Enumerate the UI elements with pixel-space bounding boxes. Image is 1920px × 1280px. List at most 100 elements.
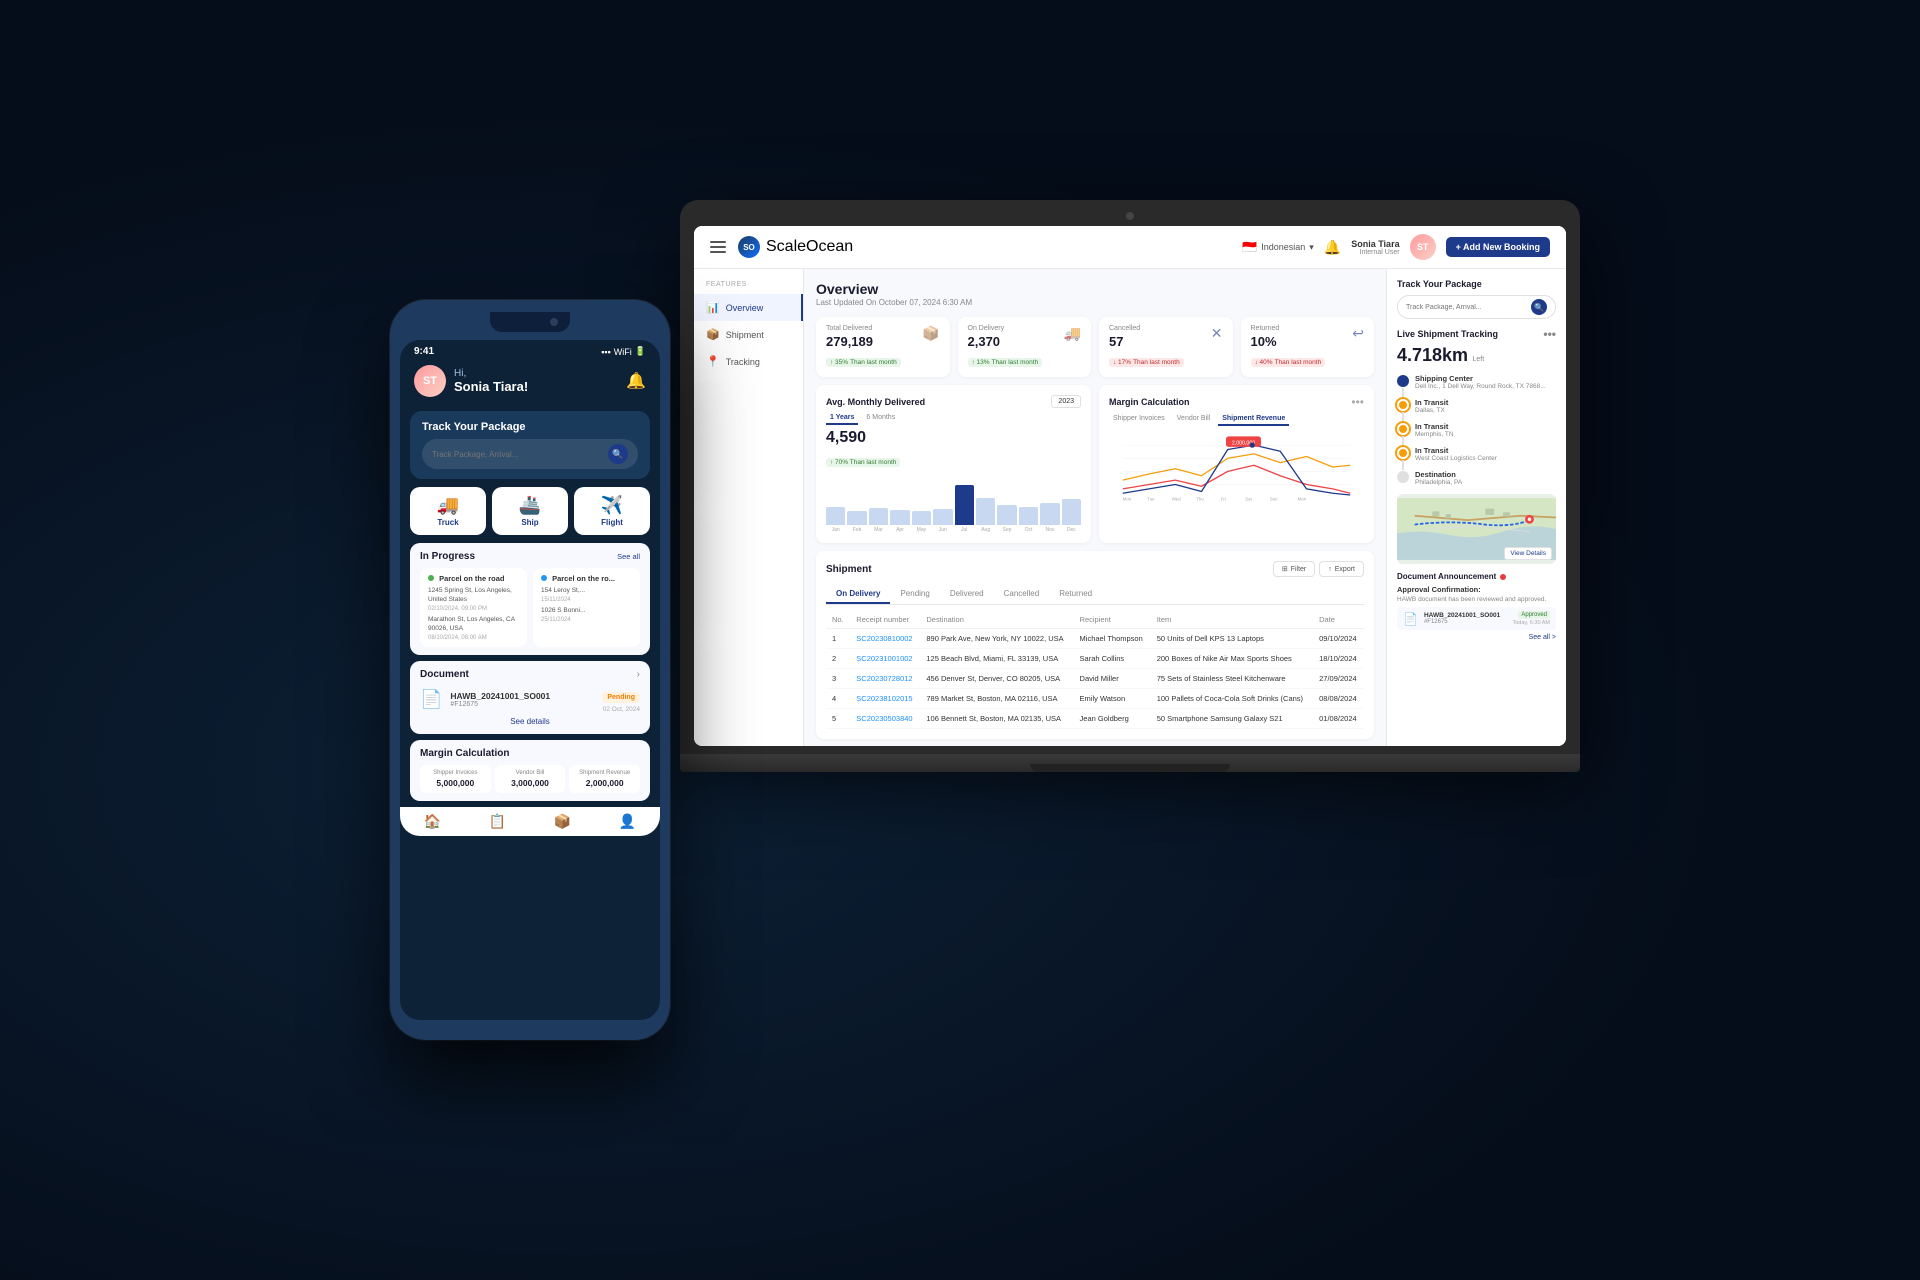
receipt-link-2[interactable]: SC20231001002 xyxy=(856,654,912,663)
logo-area: SO ScaleOcean xyxy=(738,236,853,258)
export-button[interactable]: ↑ Export xyxy=(1319,561,1364,577)
receipt-link-5[interactable]: SC20230503840 xyxy=(856,714,912,723)
bar-sep xyxy=(997,505,1016,525)
receipt-link-3[interactable]: SC20230728012 xyxy=(856,674,912,683)
nav-home[interactable]: 🏠 xyxy=(400,813,465,830)
laptop-base xyxy=(680,754,1580,772)
shipment-table: No. Receipt number Destination Recipient… xyxy=(826,611,1364,729)
see-details-link[interactable]: See details xyxy=(420,717,640,726)
header-right: 🇮🇩 Indonesian ▾ 🔔 Sonia Tiara Internal U… xyxy=(1242,234,1550,260)
filter-button[interactable]: ⊞ Filter xyxy=(1273,561,1315,577)
phone-camera xyxy=(550,318,558,326)
receipt-link-1[interactable]: SC20230810002 xyxy=(856,634,912,643)
receipt-link-4[interactable]: SC20238102015 xyxy=(856,694,912,703)
bar-jul xyxy=(955,485,974,525)
year-button[interactable]: 2023 xyxy=(1051,395,1081,408)
step-title-4: Destination xyxy=(1415,470,1556,479)
user-info: Sonia Tiara Internal User xyxy=(1351,239,1399,256)
profile-icon: 👤 xyxy=(619,813,636,830)
phone-status-icons: ▪▪▪ WiFi 🔋 xyxy=(601,346,646,357)
add-booking-button[interactable]: + Add New Booking xyxy=(1446,237,1550,257)
tab-1-years[interactable]: 1 Years xyxy=(826,412,858,425)
bell-icon[interactable]: 🔔 xyxy=(1324,239,1341,256)
tab-on-delivery[interactable]: On Delivery xyxy=(826,585,890,604)
phone-search-button[interactable]: 🔍 xyxy=(608,444,628,464)
list-icon: 📋 xyxy=(489,813,506,830)
step-sub-4: Philadelphia, PA xyxy=(1415,479,1556,486)
phone-margin-title: Margin Calculation xyxy=(420,748,640,759)
svg-text:Wed: Wed xyxy=(1172,496,1181,501)
transit-dot-2 xyxy=(1397,423,1409,435)
transport-flight[interactable]: ✈️ Flight xyxy=(574,487,650,535)
phone-doc-item: 📄 HAWB_20241001_SO001 #F12675 Pending 02… xyxy=(420,686,640,713)
laptop: SO ScaleOcean 🇮🇩 Indonesian ▾ 🔔 Sonia Ti… xyxy=(680,200,1580,772)
logo-text: ScaleOcean xyxy=(766,238,853,256)
col-recipient: Recipient xyxy=(1074,611,1151,629)
see-all-button[interactable]: See all xyxy=(617,552,640,561)
phone-bell-icon[interactable]: 🔔 xyxy=(626,371,646,391)
margin-tab-row: Shipper Invoices Vendor Bill Shipment Re… xyxy=(1109,413,1364,426)
stat-badge-2: ↓ 17% Than last month xyxy=(1109,358,1184,367)
sidebar-item-tracking[interactable]: 📍 Tracking xyxy=(694,348,803,375)
tab-returned[interactable]: Returned xyxy=(1049,585,1102,604)
margin-card-shipper: Shipper Invoices 5,000,000 xyxy=(420,765,491,793)
track-step-0: Shipping Center Dell Inc., 1 Dell Way, R… xyxy=(1397,374,1556,390)
tab-shipper[interactable]: Shipper Invoices xyxy=(1109,413,1169,426)
tab-delivered[interactable]: Delivered xyxy=(940,585,994,604)
more-options-dots[interactable]: ••• xyxy=(1543,327,1556,341)
search-button[interactable]: 🔍 xyxy=(1531,299,1547,315)
hamburger-menu[interactable] xyxy=(710,241,726,253)
language-selector[interactable]: 🇮🇩 Indonesian ▾ xyxy=(1242,240,1314,254)
start-dot xyxy=(1397,375,1409,387)
pending-badge: Pending xyxy=(602,692,640,703)
stat-returned: ↩ Returned 10% ↓ 40% Than last month xyxy=(1241,317,1375,377)
tab-6-months[interactable]: 6 Months xyxy=(862,412,899,425)
phone-track-label: Track Your Package xyxy=(422,421,638,433)
nav-list[interactable]: 📋 xyxy=(465,813,530,830)
bar-may xyxy=(912,511,931,526)
track-distance: 4.718km xyxy=(1397,345,1468,365)
view-details-button[interactable]: View Details xyxy=(1504,547,1552,560)
phone-time: 9:41 xyxy=(414,346,434,357)
track-step-3: In Transit West Coast Logistics Center xyxy=(1397,446,1556,462)
table-row: 2 SC20231001002 125 Beach Blvd, Miami, F… xyxy=(826,649,1364,669)
phone-hi-text: Hi, xyxy=(454,368,626,379)
stat-badge-1: ↑ 13% Than last month xyxy=(968,358,1043,367)
blue-dot xyxy=(541,575,547,581)
transport-ship[interactable]: 🚢 Ship xyxy=(492,487,568,535)
header-left: SO ScaleOcean xyxy=(710,236,853,258)
svg-text:Thu: Thu xyxy=(1196,496,1204,501)
phone-margin-section: Margin Calculation Shipper Invoices 5,00… xyxy=(410,740,650,801)
tab-shipment-rev[interactable]: Shipment Revenue xyxy=(1218,413,1289,426)
tracking-icon: 📍 xyxy=(706,355,720,368)
more-options-icon[interactable]: ••• xyxy=(1351,395,1364,409)
tab-pending[interactable]: Pending xyxy=(890,585,939,604)
phone-name: Sonia Tiara! xyxy=(454,379,626,394)
flag-icon: 🇮🇩 xyxy=(1242,240,1257,254)
sidebar-item-shipment[interactable]: 📦 Shipment xyxy=(694,321,803,348)
live-tracking-title: Live Shipment Tracking ••• xyxy=(1397,327,1556,341)
track-search-input[interactable] xyxy=(1406,304,1531,311)
ship-label: Ship xyxy=(498,518,562,527)
tab-cancelled[interactable]: Cancelled xyxy=(994,585,1050,604)
stat-on-delivery: 🚚 On Delivery 2,370 ↑ 13% Than last mont… xyxy=(958,317,1092,377)
table-row: 3 SC20230728012 456 Denver St, Denver, C… xyxy=(826,669,1364,689)
doc-num: #F12675 xyxy=(1424,619,1500,625)
sidebar-label-overview: Overview xyxy=(726,303,764,313)
nav-package[interactable]: 📦 xyxy=(530,813,595,830)
phone-search-input[interactable] xyxy=(432,450,608,459)
transport-truck[interactable]: 🚚 Truck xyxy=(410,487,486,535)
sidebar-item-overview[interactable]: 📊 Overview xyxy=(694,294,803,321)
stat-badge-3: ↓ 40% Than last month xyxy=(1251,358,1326,367)
bar-feb xyxy=(847,511,866,525)
see-all-link[interactable]: See all > xyxy=(1397,634,1556,641)
nav-profile[interactable]: 👤 xyxy=(595,813,660,830)
tab-vendor[interactable]: Vendor Bill xyxy=(1173,413,1214,426)
mobile-device: 9:41 ▪▪▪ WiFi 🔋 ST Hi, Sonia Tiara! 🔔 xyxy=(390,300,670,1040)
phone-doc-title: Document xyxy=(420,669,469,680)
document-icon: 📄 xyxy=(1403,612,1418,626)
track-step-2: In Transit Memphis, TN xyxy=(1397,422,1556,438)
laptop-screen-wrapper: SO ScaleOcean 🇮🇩 Indonesian ▾ 🔔 Sonia Ti… xyxy=(680,200,1580,754)
table-wrapper: No. Receipt number Destination Recipient… xyxy=(826,611,1364,729)
ip-card-2: Parcel on the ro... 154 Leroy St,... 15/… xyxy=(533,568,640,647)
